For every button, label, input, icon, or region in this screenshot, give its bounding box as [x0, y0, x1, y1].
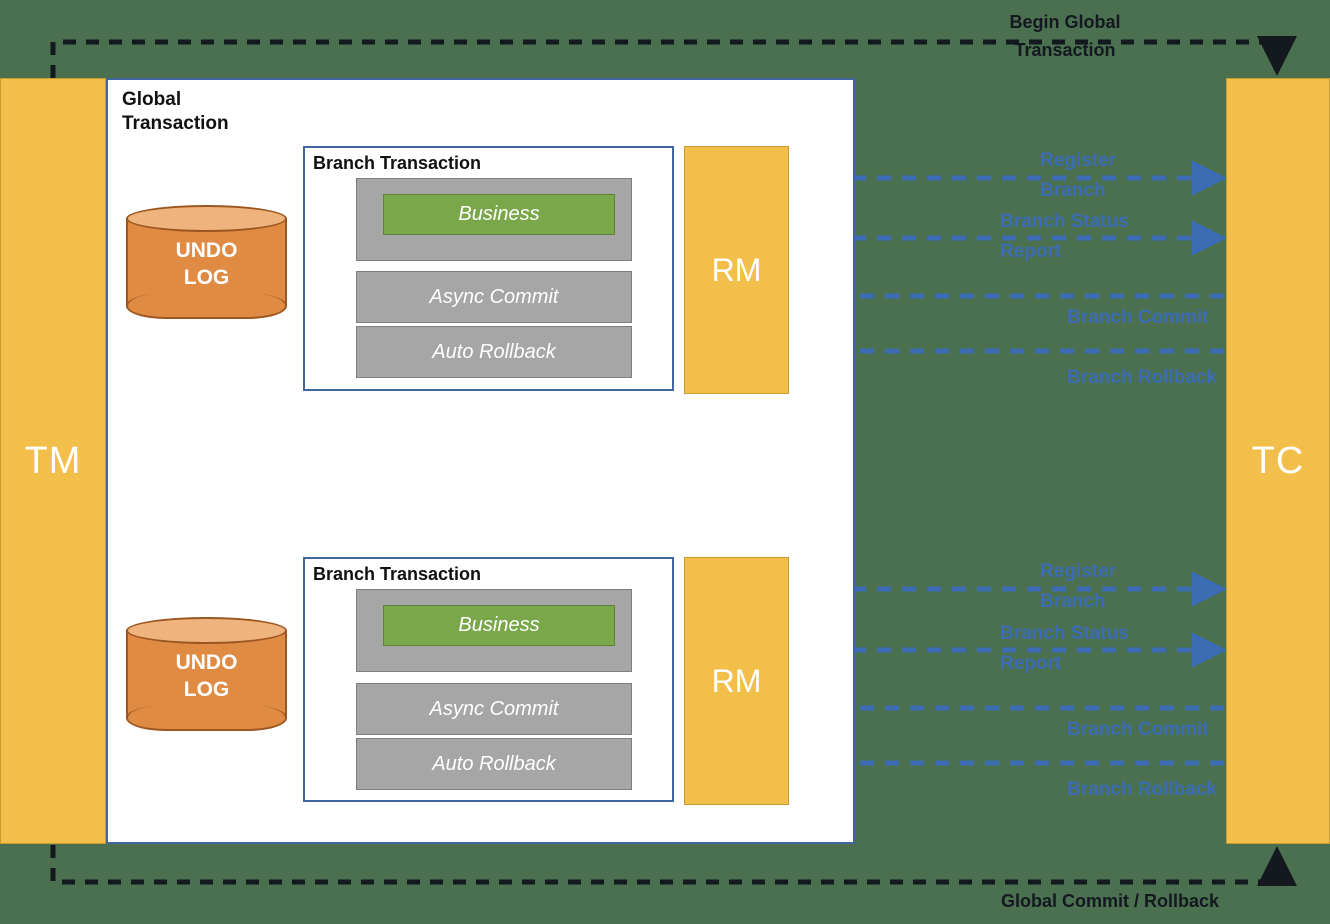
undo-log-cylinder-2[interactable]: UNDO LOG — [126, 617, 287, 731]
branch-status-report-label-2: Branch Status Report — [1000, 619, 1129, 679]
undo-log-label-1: UNDO LOG — [126, 237, 287, 291]
register-branch-line-1-b2: Register — [1040, 561, 1117, 582]
rm-bar-2[interactable]: RM — [684, 557, 789, 805]
branch-rollback-label-2: Branch Rollback — [1067, 779, 1217, 800]
branch-commit-label-2: Branch Commit — [1067, 719, 1209, 740]
business-container-1[interactable]: Business — [356, 178, 632, 261]
undo-log-line-1: UNDO — [175, 239, 238, 262]
cylinder-bottom-1 — [126, 293, 287, 319]
diagram-canvas: TM TC Global Transaction Begin Global Tr… — [0, 0, 1330, 924]
auto-rollback-box-2[interactable]: Auto Rollback — [356, 738, 632, 790]
tm-actor-bar[interactable]: TM — [0, 78, 106, 844]
branch-commit-label-1: Branch Commit — [1067, 307, 1209, 328]
branch-status-line-1: Branch Status — [1000, 211, 1129, 232]
async-commit-label-1: Async Commit — [429, 285, 559, 308]
undo-log-cylinder-1[interactable]: UNDO LOG — [126, 205, 287, 319]
business-container-2[interactable]: Business — [356, 589, 632, 672]
branch-status-line-1-b2: Branch Status — [1000, 623, 1129, 644]
branch-status-line-2-b2: Report — [1000, 653, 1062, 674]
begin-global-transaction-label: Begin Global Transaction — [985, 8, 1145, 64]
branch-transaction-title-1: Branch Transaction — [313, 153, 482, 173]
begin-label-line-1: Begin Global — [1009, 12, 1121, 32]
tm-label: TM — [24, 439, 82, 482]
async-commit-box-1[interactable]: Async Commit — [356, 271, 632, 323]
rm-label-1: RM — [711, 251, 762, 288]
undo-log-line-2: LOG — [183, 266, 230, 289]
cylinder-bottom-2 — [126, 705, 287, 731]
undo-log-label-2: UNDO LOG — [126, 649, 287, 703]
tc-actor-bar[interactable]: TC — [1226, 78, 1330, 844]
tc-label: TC — [1251, 439, 1305, 482]
begin-label-line-2: Transaction — [1014, 40, 1116, 60]
cylinder-top-1 — [126, 205, 287, 232]
async-commit-box-2[interactable]: Async Commit — [356, 683, 632, 735]
auto-rollback-label-1: Auto Rollback — [432, 340, 556, 363]
rm-bar-1[interactable]: RM — [684, 146, 789, 394]
global-commit-rollback-flow — [50, 845, 1297, 886]
async-commit-label-2: Async Commit — [429, 697, 559, 720]
business-service-label-1: Business — [458, 203, 540, 225]
undo-log-line-1-b2: UNDO — [175, 651, 238, 674]
global-title-line-1: Global — [122, 89, 182, 110]
branch-status-report-label-1: Branch Status Report — [1000, 207, 1129, 267]
cylinder-top-2 — [126, 617, 287, 644]
rm-label-2: RM — [711, 662, 762, 699]
register-branch-label-2: Register Branch — [1040, 557, 1116, 617]
global-commit-rollback-label: Global Commit / Rollback — [1000, 891, 1220, 911]
business-service-label-2: Business — [458, 614, 540, 636]
branch-rollback-label-1: Branch Rollback — [1067, 367, 1217, 388]
undo-log-line-2-b2: LOG — [183, 678, 230, 701]
business-service-box-1[interactable]: Business — [383, 194, 615, 235]
branch-status-line-2: Report — [1000, 241, 1062, 262]
business-service-box-2[interactable]: Business — [383, 605, 615, 646]
register-branch-label-1: Register Branch — [1040, 146, 1116, 206]
global-title-line-2: Transaction — [122, 113, 229, 134]
global-transaction-title: Global Transaction — [122, 88, 292, 136]
register-branch-line-2: Branch — [1040, 180, 1106, 201]
auto-rollback-label-2: Auto Rollback — [432, 752, 556, 775]
branch-transaction-title-2: Branch Transaction — [313, 564, 482, 584]
auto-rollback-box-1[interactable]: Auto Rollback — [356, 326, 632, 378]
register-branch-line-1: Register — [1040, 150, 1117, 171]
register-branch-line-2-b2: Branch — [1040, 591, 1106, 612]
